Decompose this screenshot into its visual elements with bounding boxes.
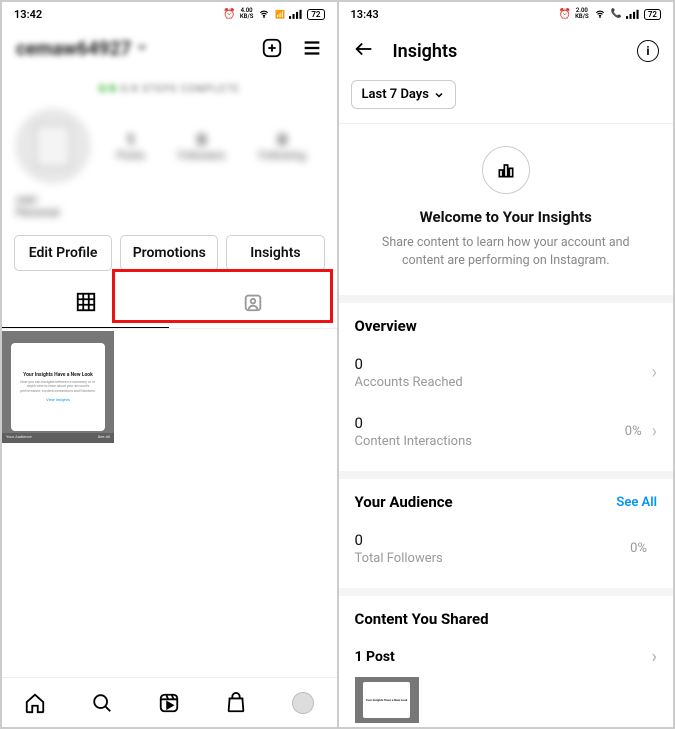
bottom-nav xyxy=(2,677,337,727)
edit-profile-button[interactable]: Edit Profile xyxy=(14,235,112,271)
insights-header: Insights i xyxy=(339,26,674,76)
profile-header: cemaw64927 xyxy=(2,26,337,70)
alarm-icon: ⏰ xyxy=(223,9,235,20)
see-all-link[interactable]: See All xyxy=(616,495,657,510)
status-icons: ⏰ 4.00KB/S 📶 72 xyxy=(223,8,324,20)
promotions-button[interactable]: Promotions xyxy=(120,235,218,271)
profile-avatar[interactable] xyxy=(16,109,90,183)
chevron-right-icon: › xyxy=(652,421,657,442)
menu-icon[interactable] xyxy=(301,37,323,59)
welcome-block: Welcome to Your Insights Share content t… xyxy=(339,124,674,303)
profile-screen: 13:42 ⏰ 4.00KB/S 📶 72 cemaw64927 xyxy=(1,1,338,728)
home-icon[interactable] xyxy=(24,692,46,714)
profile-nav-icon[interactable] xyxy=(292,692,314,714)
search-icon[interactable] xyxy=(91,692,113,714)
content-interactions-row[interactable]: 0 Content Interactions 0% › xyxy=(355,404,658,463)
net-speed: 4.00KB/S xyxy=(240,8,254,20)
status-icons: ⏰ 2.00KB/S 📞 72 xyxy=(559,8,661,20)
shared-post-thumbnail[interactable]: Your Insights Have a New Look xyxy=(355,677,419,723)
posts-grid: Your Insights Have a New Look Now you ca… xyxy=(2,329,337,443)
tab-tagged[interactable] xyxy=(169,281,336,328)
clock: 13:42 xyxy=(14,8,42,21)
battery-icon: 72 xyxy=(644,9,661,20)
reels-icon[interactable] xyxy=(158,692,180,714)
overview-section: Overview 0 Accounts Reached › 0 Content … xyxy=(339,303,674,479)
insights-button[interactable]: Insights xyxy=(226,235,324,271)
audience-section: Your Audience See All 0 Total Followers … xyxy=(339,479,674,596)
new-post-icon[interactable] xyxy=(261,37,283,59)
content-shared-title: Content You Shared xyxy=(355,610,489,628)
chevron-right-icon: › xyxy=(652,362,657,383)
insights-screen: 13:43 ⏰ 2.00KB/S 📞 72 Insights i Last 7 … xyxy=(338,1,675,728)
accounts-reached-row[interactable]: 0 Accounts Reached › xyxy=(355,345,658,404)
welcome-title: Welcome to Your Insights xyxy=(369,208,644,226)
signal-icon xyxy=(289,9,303,19)
username-dropdown[interactable]: cemaw64927 xyxy=(16,37,149,60)
alarm-icon: ⏰ xyxy=(559,9,571,20)
chevron-down-icon xyxy=(433,89,445,101)
shop-icon[interactable] xyxy=(225,692,247,714)
profile-info: 0/8 0/8 STEPS COMPLETE 1Posts 0Followers… xyxy=(2,70,337,229)
back-icon[interactable] xyxy=(353,38,375,64)
setup-steps[interactable]: 0/8 0/8 STEPS COMPLETE xyxy=(16,78,323,109)
chevron-right-icon: › xyxy=(652,646,657,667)
wifi-icon xyxy=(593,9,607,19)
post-thumbnail[interactable]: Your Insights Have a New Look Now you ca… xyxy=(2,331,114,443)
date-range-chip[interactable]: Last 7 Days xyxy=(351,80,456,109)
stat-posts[interactable]: 1Posts xyxy=(117,130,145,162)
call-icon: 📞 xyxy=(611,9,622,19)
stat-followers[interactable]: 0Followers xyxy=(178,130,225,162)
stat-following[interactable]: 0Following xyxy=(259,130,306,162)
status-bar: 13:43 ⏰ 2.00KB/S 📞 72 xyxy=(339,2,674,26)
chevron-down-icon xyxy=(135,39,149,58)
tab-grid[interactable] xyxy=(2,281,169,328)
profile-tabs xyxy=(2,281,337,329)
wifi-icon xyxy=(257,9,271,19)
net-speed: 2.00KB/S xyxy=(575,8,589,20)
volte-icon: 📶 xyxy=(275,10,285,19)
profile-bio: user Personal xyxy=(16,193,323,219)
audience-title: Your Audience xyxy=(355,493,453,511)
info-icon[interactable]: i xyxy=(637,40,659,62)
profile-action-row: Edit Profile Promotions Insights xyxy=(2,229,337,281)
welcome-subtitle: Share content to learn how your account … xyxy=(369,234,644,269)
post-count-row[interactable]: 1 Post › xyxy=(355,638,658,677)
total-followers-row: 0 Total Followers 0% xyxy=(355,521,658,580)
profile-stats: 1Posts 0Followers 0Following xyxy=(100,130,323,162)
overview-title: Overview xyxy=(355,317,417,335)
chart-icon xyxy=(482,146,530,194)
date-range-row: Last 7 Days xyxy=(339,76,674,124)
signal-icon xyxy=(626,9,640,19)
content-shared-section: Content You Shared 1 Post › Your Insight… xyxy=(339,596,674,723)
status-bar: 13:42 ⏰ 4.00KB/S 📶 72 xyxy=(2,2,337,26)
page-title: Insights xyxy=(393,41,620,62)
clock: 13:43 xyxy=(351,8,379,21)
battery-icon: 72 xyxy=(307,9,324,20)
